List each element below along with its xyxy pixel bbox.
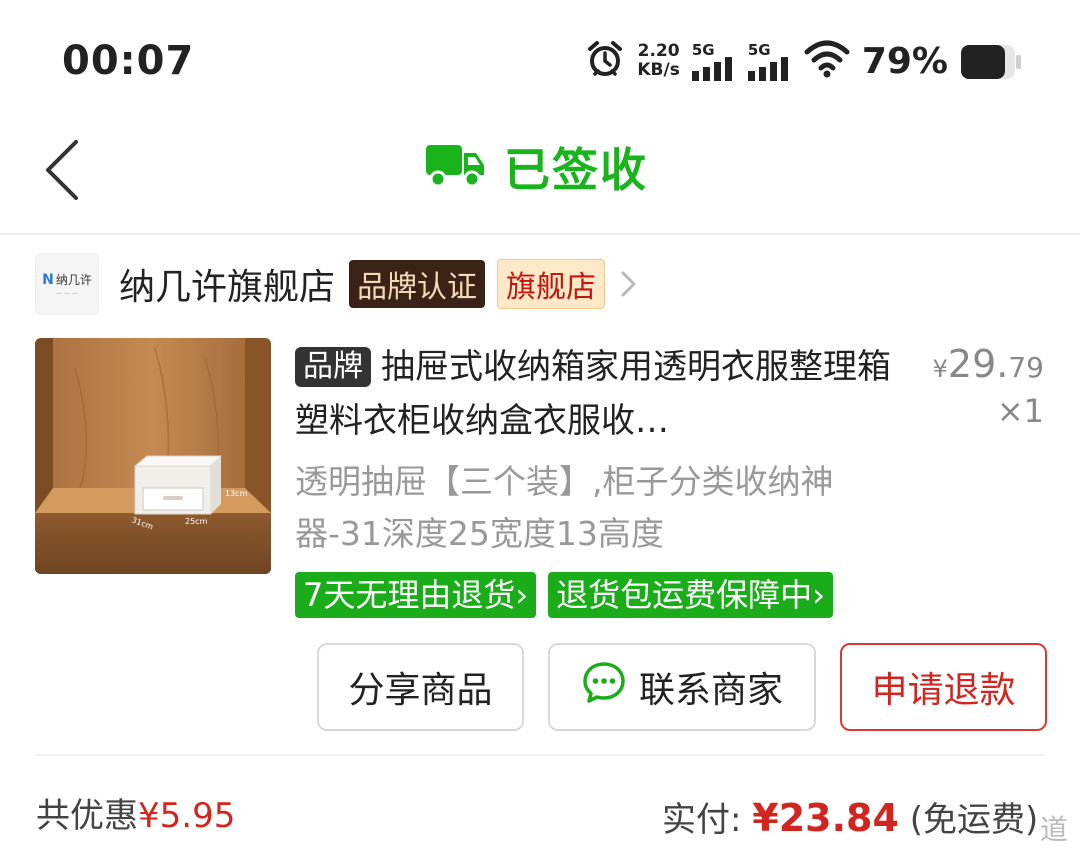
status-icons: 2.20 KB/s 5G 5G 79% [585, 38, 1021, 84]
product-image[interactable]: 13cm 31cm 25cm [35, 338, 271, 574]
price-integer: 29. [947, 342, 1009, 386]
discount-label: 共优惠 [36, 796, 138, 836]
watermark: 道 [1039, 813, 1068, 846]
alarm-icon [585, 39, 625, 83]
brand-certified-badge: 品牌认证 [349, 260, 486, 308]
paid-amount: ¥23.84 [752, 796, 899, 840]
price-decimal: 79 [1008, 351, 1044, 384]
delivery-truck-icon [426, 141, 486, 193]
product-title[interactable]: 品牌 抽屉式收纳箱家用透明衣服整理箱塑料衣柜收纳盒衣服收… [295, 340, 895, 448]
request-refund-button[interactable]: 申请退款 [840, 643, 1047, 731]
product-title-text: 抽屉式收纳箱家用透明衣服整理箱塑料衣柜收纳盒衣服收… [295, 347, 891, 441]
contact-seller-button[interactable]: 联系商家 [548, 643, 816, 731]
back-button[interactable] [40, 130, 90, 210]
request-refund-label: 申请退款 [871, 670, 1016, 711]
chevron-right-icon[interactable] [619, 267, 639, 301]
shop-logo-mark: N [42, 271, 54, 288]
page-title: 已签收 [504, 143, 648, 197]
price-symbol: ¥ [932, 355, 948, 383]
shop-logo-text: N 纳几许 [42, 271, 92, 288]
page-header: 已签收 [0, 120, 1080, 235]
service-tag-return-shipping[interactable]: 退货包运费保障中› [548, 572, 833, 618]
order-status: 已签收 [426, 134, 648, 200]
net-speed-unit: KB/s [637, 60, 680, 80]
product-price: ¥29.79 [933, 342, 1044, 386]
paid-summary: 实付: ¥23.84 (免运费) [662, 792, 1038, 841]
image-height-label: 13cm [225, 489, 248, 498]
signal-icon-2: 5G [747, 41, 792, 81]
net-speed: 2.20 KB/s [637, 42, 679, 80]
paid-label: 实付: [662, 800, 742, 840]
paid-note: (免运费) [909, 800, 1039, 840]
discount-summary: 共优惠¥5.95 [36, 788, 235, 837]
status-bar: 00:07 2.20 KB/s 5G 5G 79% [0, 0, 1080, 120]
product-quantity: ×1 [996, 392, 1044, 430]
net-speed-value: 2.20 [637, 41, 680, 61]
share-product-button[interactable]: 分享商品 [317, 643, 524, 731]
service-tags: 7天无理由退货› 退货包运费保障中› [295, 572, 833, 618]
divider [35, 754, 1045, 756]
status-time: 00:07 [62, 38, 195, 84]
shop-logo-label: 纳几许 [55, 273, 92, 287]
order-actions: 分享商品 联系商家 申请退款 [317, 643, 1047, 731]
battery-icon [960, 44, 1021, 79]
shop-name[interactable]: 纳几许旗舰店 [119, 258, 335, 310]
service-tag-7day-return-label: 7天无理由退货 [303, 576, 516, 614]
signal-icon-1: 5G [691, 41, 736, 81]
brand-tag: 品牌 [295, 347, 371, 387]
chevron-right-icon: › [515, 576, 529, 614]
service-tag-return-shipping-label: 退货包运费保障中 [556, 576, 813, 614]
wifi-icon [804, 40, 850, 82]
share-product-label: 分享商品 [348, 670, 493, 711]
shop-row[interactable]: N 纳几许 — — — 纳几许旗舰店 品牌认证 旗舰店 [35, 252, 639, 316]
chevron-right-icon: › [812, 576, 825, 614]
chevron-left-icon [46, 140, 78, 200]
contact-seller-label: 联系商家 [638, 670, 783, 711]
battery-percent: 79% [861, 40, 948, 82]
image-width-label: 25cm [185, 517, 208, 526]
shop-logo[interactable]: N 纳几许 — — — [35, 253, 99, 315]
chat-bubble-icon [581, 660, 627, 715]
product-spec[interactable]: 透明抽屉【三个装】,柜子分类收纳神器-31深度25宽度13高度 [295, 456, 905, 560]
service-tag-7day-return[interactable]: 7天无理由退货› [295, 572, 537, 618]
flagship-badge: 旗舰店 [497, 259, 606, 309]
shop-logo-subline: — — — [56, 290, 78, 297]
discount-amount: ¥5.95 [138, 796, 236, 836]
